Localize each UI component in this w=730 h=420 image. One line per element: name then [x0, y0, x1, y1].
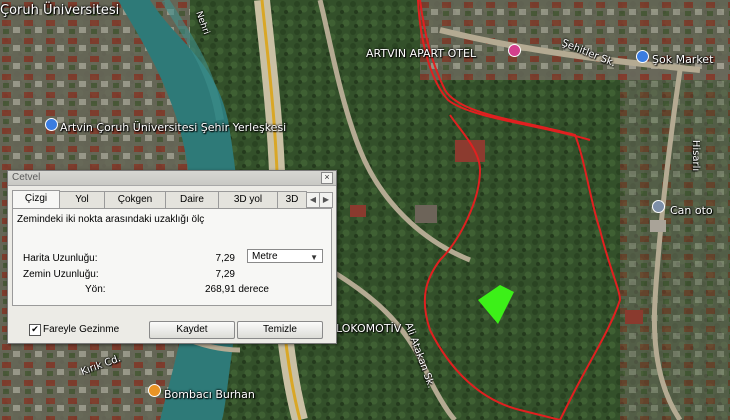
tab-scroll-right-icon[interactable]: ▶: [319, 192, 333, 208]
label-street-right: Hisarlı: [690, 139, 702, 172]
ruler-dialog: Cetvel × Çizgi Yol Çokgen Daire 3D yol 3…: [7, 170, 337, 344]
market-icon[interactable]: [636, 50, 649, 63]
hotel-icon[interactable]: [508, 44, 521, 57]
heading-value: 268,91 derece: [205, 284, 269, 295]
measure-description: Zemindeki iki nokta arasındaki uzaklığı …: [17, 214, 205, 225]
label-lokomotiv: LOKOMOTİV: [336, 322, 402, 335]
tab-3d-path[interactable]: 3D yol: [218, 191, 278, 208]
restaurant-icon[interactable]: [148, 384, 161, 397]
mouse-navigation-label: Fareyle Gezinme: [43, 324, 120, 335]
tab-path[interactable]: Yol: [59, 191, 105, 208]
label-hotel: ARTVIN APART OTEL: [366, 47, 477, 60]
map-length-label: Harita Uzunluğu:: [23, 253, 98, 264]
ground-length-value: 7,29: [215, 269, 235, 280]
tab-panel: Zemindeki iki nokta arasındaki uzaklığı …: [12, 208, 332, 306]
heading-label: Yön:: [85, 284, 106, 295]
tab-bar: Çizgi Yol Çokgen Daire 3D yol 3D: [12, 190, 312, 209]
chevron-down-icon: ▼: [310, 253, 318, 262]
car-service-icon[interactable]: [652, 200, 665, 213]
label-campus: Artvin Çoruh Üniversitesi Şehir Yerleşke…: [60, 121, 287, 134]
save-button[interactable]: Kaydet: [149, 321, 235, 339]
mouse-navigation-checkbox[interactable]: ✔: [29, 324, 41, 336]
dialog-titlebar[interactable]: Cetvel ×: [8, 171, 336, 186]
label-can-oto: Can oto: [670, 204, 713, 217]
tab-polygon[interactable]: Çokgen: [104, 191, 166, 208]
clear-button[interactable]: Temizle: [237, 321, 323, 339]
label-university-top: Çoruh Üniversitesi: [0, 3, 120, 18]
tab-scroll-left-icon[interactable]: ◀: [306, 192, 320, 208]
label-market: Şok Market: [652, 53, 714, 66]
tab-3d-polygon[interactable]: 3D: [277, 191, 307, 208]
dialog-title: Cetvel: [12, 172, 41, 183]
map-length-value: 7,29: [215, 253, 235, 264]
ground-length-label: Zemin Uzunluğu:: [23, 269, 99, 280]
unit-select[interactable]: Metre ▼: [247, 249, 323, 263]
tab-line[interactable]: Çizgi: [12, 190, 60, 209]
university-icon[interactable]: [45, 118, 58, 131]
unit-select-value: Metre: [252, 251, 278, 262]
tab-circle[interactable]: Daire: [165, 191, 219, 208]
label-bombaci: Bombacı Burhan: [164, 388, 255, 401]
close-icon[interactable]: ×: [321, 172, 333, 184]
